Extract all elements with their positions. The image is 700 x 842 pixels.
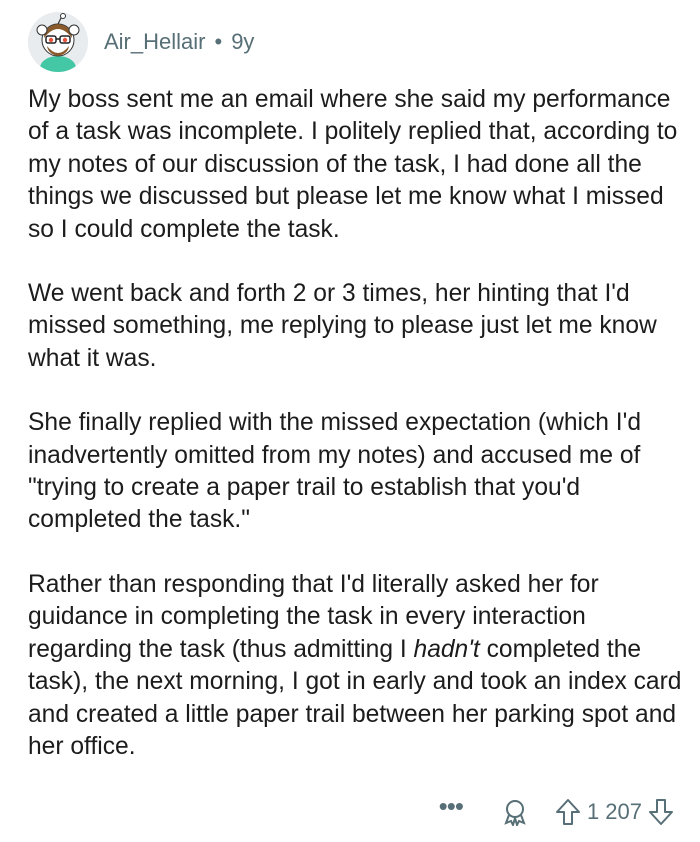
vote-score: 1 207: [586, 799, 642, 824]
more-options-button[interactable]: •••: [439, 793, 464, 819]
separator-dot: •: [214, 29, 223, 54]
comment-header: Air_Hellair • 9y: [28, 10, 254, 74]
paragraph-1: My boss sent me an email where she said …: [28, 86, 678, 243]
comment-age: 9y: [231, 29, 255, 54]
paragraph-2: We went back and forth 2 or 3 times, her…: [28, 280, 657, 372]
upvote-arrow-icon[interactable]: [555, 798, 581, 826]
paragraph-3: She finally replied with the missed expe…: [28, 409, 642, 534]
avatar[interactable]: [28, 12, 88, 72]
paragraph-4: Rather than responding that I'd literall…: [28, 569, 683, 763]
username[interactable]: Air_Hellair: [104, 29, 205, 55]
snoo-avatar-icon: [28, 12, 88, 72]
downvote-arrow-icon[interactable]: [648, 798, 674, 826]
paragraph-4-emphasis: hadn't: [413, 635, 480, 663]
comment-actions: ••• 1 207: [439, 792, 674, 832]
award-icon[interactable]: [501, 798, 529, 826]
comment-body: My boss sent me an email where she said …: [28, 84, 683, 795]
